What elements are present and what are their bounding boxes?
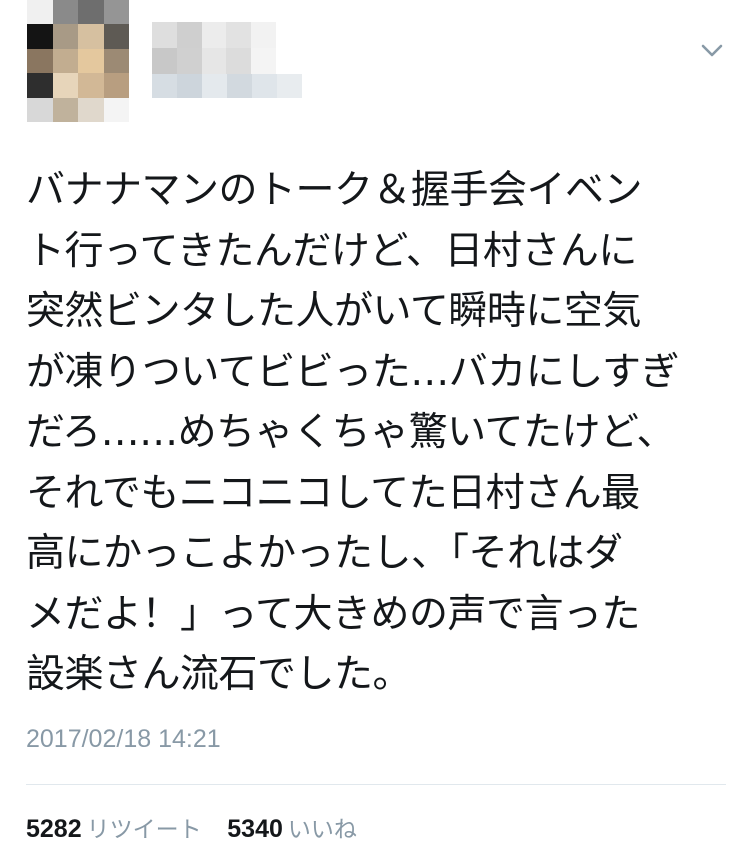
avatar-pixel — [27, 97, 53, 122]
chevron-down-icon[interactable] — [698, 40, 726, 60]
tweet-text-line: 高にかっこよかったし、「それはダ — [26, 531, 623, 576]
avatar-pixel — [103, 0, 129, 25]
avatar-pixel — [78, 97, 104, 122]
name-pixel — [176, 48, 202, 74]
avatar-pixel — [78, 24, 104, 49]
avatar-pixel — [78, 48, 104, 74]
avatar-pixel — [52, 0, 78, 25]
name-pixel — [152, 22, 177, 48]
name-pixel — [226, 22, 252, 48]
tweet-stats: 5282 リツイート 5340 いいね — [26, 810, 375, 844]
name-pixel — [226, 48, 252, 74]
avatar-pixel — [52, 97, 78, 122]
handle-pixel — [227, 74, 252, 98]
avatar-pixel — [103, 97, 129, 122]
avatar-pixel — [78, 0, 104, 25]
retweet-count-link[interactable]: 5282 リツイート — [26, 815, 209, 843]
tweet-text: バナナマンのトーク＆握手会イベン ト行ってきたんだけど、日村さんに 突然ビンタし… — [26, 161, 726, 706]
handle-pixel — [202, 74, 227, 98]
retweet-count: 5282 — [26, 815, 82, 843]
avatar-pixel — [27, 0, 53, 25]
like-count-link[interactable]: 5340 いいね — [227, 815, 357, 843]
tweet-text-line: 設楽さん流石でした。 — [26, 652, 412, 697]
handle-pixel — [152, 74, 177, 98]
tweet-text-line: ト行ってきたんだけど、日村さんに — [26, 228, 637, 274]
avatar-pixel — [52, 48, 78, 74]
tweet-timestamp[interactable]: 2017/02/18 14:21 — [26, 725, 221, 754]
tweet-text-line: だろ……めちゃくちゃ驚いてたけど、 — [26, 410, 676, 455]
like-label: いいね — [287, 817, 357, 843]
tweet-text-line: が凍りついてビビった…バカにしすぎ — [26, 349, 679, 395]
tweet-text-line: バナナマンのトーク＆握手会イベン — [26, 168, 643, 213]
tweet-text-line: メだよ！」って大きめの声で言った — [26, 591, 641, 637]
tweet-text-line: 突然ビンタした人がいて瞬時に空気 — [26, 289, 641, 334]
avatar-pixel — [103, 24, 129, 49]
name-pixel — [251, 22, 276, 48]
name-pixel — [176, 22, 202, 48]
author-name-blurred[interactable] — [152, 22, 276, 74]
retweet-label: リツイート — [86, 817, 202, 843]
like-count: 5340 — [227, 815, 283, 843]
avatar-pixel — [103, 48, 129, 74]
avatar-pixel — [27, 24, 53, 49]
divider — [26, 784, 726, 785]
author-handle-blurred[interactable] — [152, 74, 302, 98]
avatar-pixel — [52, 24, 78, 49]
tweet-text-line: それでもニコニコしてた日村さん最 — [26, 470, 640, 516]
avatar-pixel — [78, 73, 104, 98]
name-pixel — [251, 48, 276, 74]
name-pixel — [201, 48, 227, 74]
handle-pixel — [252, 74, 277, 98]
avatar-pixel — [27, 48, 53, 74]
handle-pixel — [277, 74, 302, 98]
name-pixel — [201, 22, 227, 48]
avatar-pixel — [52, 73, 78, 98]
avatar[interactable] — [27, 0, 129, 122]
avatar-pixel — [103, 73, 129, 98]
handle-pixel — [177, 74, 202, 98]
name-pixel — [152, 48, 177, 74]
avatar-pixel — [27, 73, 53, 98]
